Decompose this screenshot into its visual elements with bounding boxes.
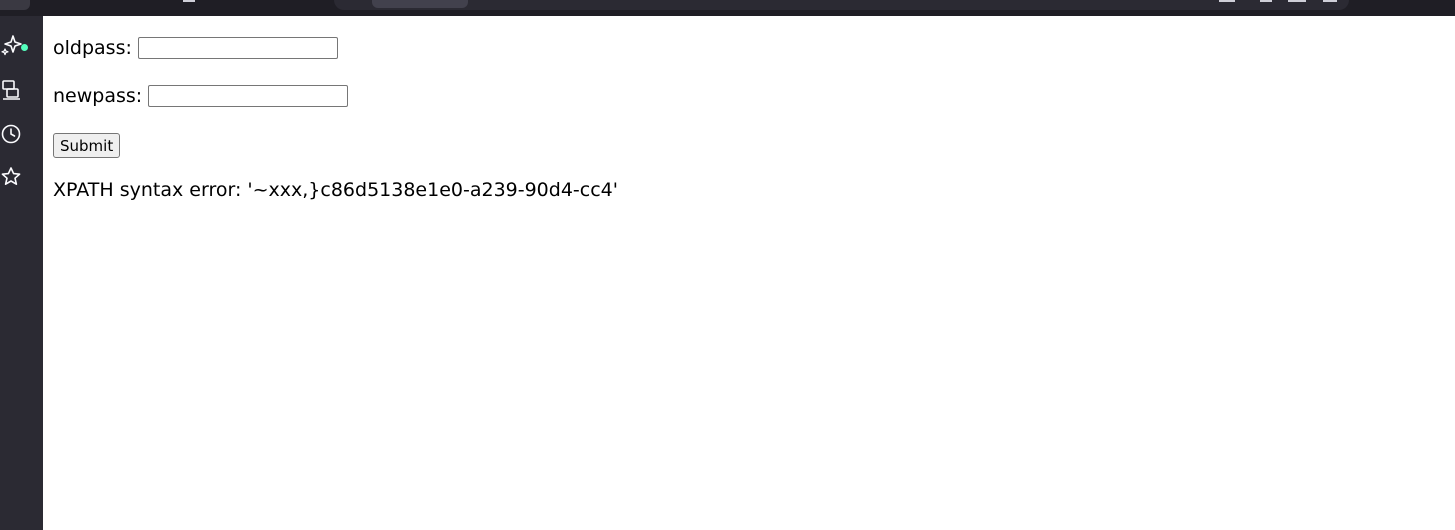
toolbar-icon[interactable]: [1323, 0, 1337, 2]
error-message: XPATH syntax error: '~xxx,}c86d5138e1e0-…: [53, 179, 618, 201]
browser-toolbar: [0, 0, 1455, 16]
address-bar-segment[interactable]: [372, 0, 468, 8]
browser-tab[interactable]: [0, 0, 30, 10]
toolbar-icon[interactable]: [1288, 0, 1306, 2]
toolbar-icon[interactable]: [1260, 0, 1272, 2]
newpass-label: newpass:: [53, 85, 143, 107]
toolbar-icon[interactable]: [1219, 0, 1235, 2]
oldpass-row: oldpass:: [53, 37, 338, 59]
ai-sparkle-icon[interactable]: [0, 32, 24, 56]
browser-sidebar: [0, 16, 43, 530]
bookmark-star-icon[interactable]: [0, 165, 24, 189]
oldpass-input[interactable]: [137, 37, 338, 59]
submit-button[interactable]: Submit: [53, 133, 121, 158]
tab-icon: [183, 0, 195, 2]
history-icon[interactable]: [0, 122, 24, 146]
newpass-row: newpass:: [53, 85, 349, 107]
oldpass-label: oldpass:: [53, 37, 132, 59]
notification-dot: [21, 44, 28, 51]
newpass-input[interactable]: [148, 85, 349, 107]
synced-tabs-icon[interactable]: [0, 78, 24, 102]
address-bar[interactable]: [334, 0, 1349, 10]
